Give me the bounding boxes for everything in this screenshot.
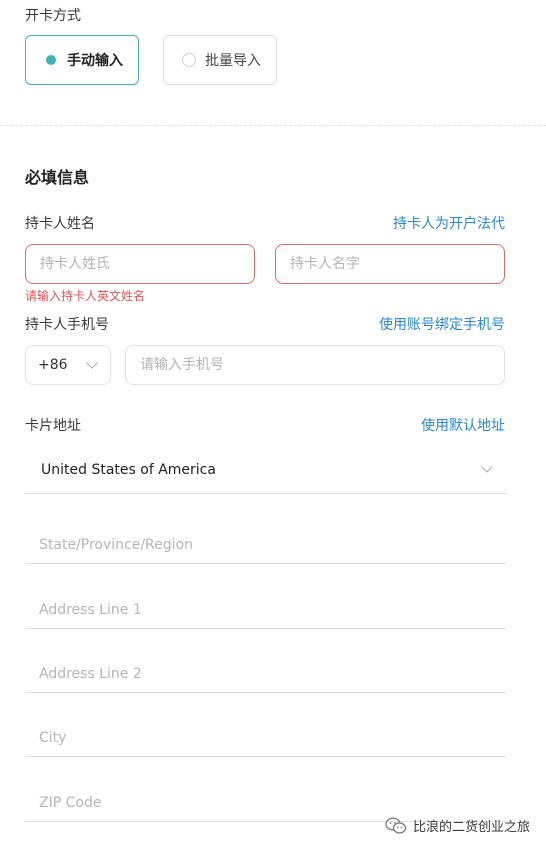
radio-batch-import[interactable]: 批量导入 <box>163 35 277 85</box>
radio-unselected-icon <box>182 53 196 67</box>
country-value: United States of America <box>41 462 216 478</box>
radio-manual-input-label: 手动输入 <box>67 53 123 69</box>
cardholder-phone-label: 持卡人手机号 <box>25 317 109 333</box>
state-input[interactable] <box>25 527 506 564</box>
radio-manual-input[interactable]: 手动输入 <box>25 35 139 85</box>
last-name-input[interactable] <box>25 244 255 284</box>
card-address-label: 卡片地址 <box>25 418 81 434</box>
use-account-phone-link[interactable]: 使用账号绑定手机号 <box>379 314 505 334</box>
first-name-input[interactable] <box>275 244 505 284</box>
chevron-down-icon <box>481 461 493 473</box>
name-error-message: 请输入持卡人英文姓名 <box>25 289 146 303</box>
legal-rep-link[interactable]: 持卡人为开户法代 <box>393 213 505 233</box>
chevron-down-icon <box>86 357 98 369</box>
watermark: 比浪的二货创业之旅 <box>385 816 530 835</box>
country-select[interactable]: United States of America <box>25 447 506 494</box>
required-section-title: 必填信息 <box>25 168 90 187</box>
address-line1-input[interactable] <box>25 592 506 629</box>
phone-input[interactable] <box>125 345 505 385</box>
watermark-text: 比浪的二货创业之旅 <box>412 820 530 835</box>
radio-selected-icon <box>44 53 58 67</box>
cardholder-name-label: 持卡人姓名 <box>25 216 95 232</box>
city-input[interactable] <box>25 720 506 757</box>
open-method-label: 开卡方式 <box>25 8 81 24</box>
address-line2-input[interactable] <box>25 656 506 693</box>
country-code-value: +86 <box>38 357 68 373</box>
country-code-select[interactable]: +86 <box>25 345 111 385</box>
radio-batch-import-label: 批量导入 <box>205 53 261 69</box>
section-divider <box>0 125 546 126</box>
wechat-icon <box>385 817 407 834</box>
use-default-address-link[interactable]: 使用默认地址 <box>421 415 505 435</box>
